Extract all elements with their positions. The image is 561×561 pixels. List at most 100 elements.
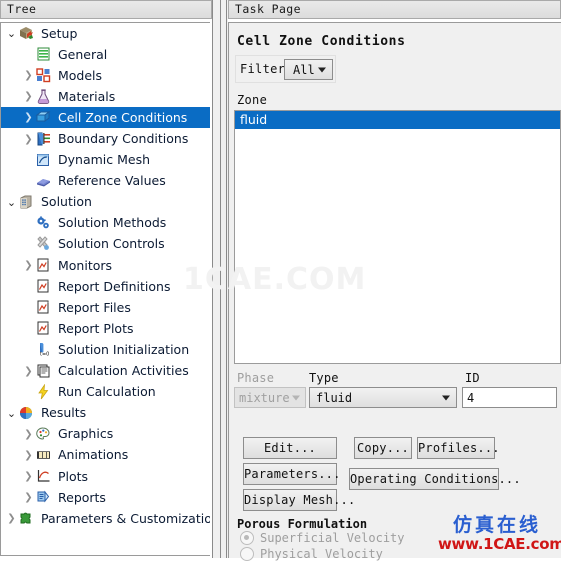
tree-item-solution[interactable]: ⌄ Solution: [1, 192, 210, 213]
type-dropdown[interactable]: fluid: [309, 387, 457, 408]
report-chart-icon: [35, 320, 53, 337]
boundary-conditions-icon: [35, 131, 53, 148]
tree-item-label: Parameters & Customization: [41, 510, 210, 526]
chevron-right-icon[interactable]: ❯: [23, 429, 34, 440]
chevron-down-icon: [318, 67, 326, 72]
tree-item-reports[interactable]: ❯ Reports: [1, 487, 210, 508]
reports-icon: [35, 489, 53, 506]
tree-item-materials[interactable]: ❯ Materials: [1, 86, 210, 107]
dynamic-mesh-icon: [35, 152, 53, 169]
chevron-right-icon[interactable]: ❯: [23, 366, 34, 377]
parameters-button[interactable]: Parameters...: [243, 463, 340, 485]
tree-item-solution-controls[interactable]: Solution Controls: [1, 234, 210, 255]
chevron-right-icon[interactable]: ❯: [23, 134, 34, 145]
zone-listbox[interactable]: fluid: [234, 110, 561, 364]
task-page-header: Task Page: [228, 0, 561, 19]
tree-item-label: Run Calculation: [58, 384, 156, 400]
chevron-down-icon: [442, 395, 450, 400]
tree-item-graphics[interactable]: ❯ Graphics: [1, 424, 210, 445]
splitter-line-right: [226, 0, 227, 558]
fluent-window: Tree ⌄ Setup General ❯ Models ❯ Materials ❯ Cel…: [0, 0, 561, 561]
operating-conditions-button[interactable]: Operating Conditions...: [349, 468, 521, 490]
models-grid-icon: [35, 67, 53, 84]
copy-button[interactable]: Copy...: [354, 437, 412, 459]
tree-item-reference-values[interactable]: Reference Values: [1, 171, 210, 192]
chevron-right-icon[interactable]: ❯: [23, 260, 34, 271]
tree-item-label: Animations: [58, 447, 129, 463]
tree-item-report-plots[interactable]: Report Plots: [1, 318, 210, 339]
tree-item-label: Reference Values: [58, 173, 166, 189]
chevron-right-icon[interactable]: ❯: [23, 471, 34, 482]
tree-item-label: Report Plots: [58, 320, 134, 336]
tree-item-label: Solution Methods: [58, 215, 167, 231]
solution-building-icon: [18, 194, 36, 211]
radio-off-icon: [240, 547, 254, 561]
filter-group: Filter All: [235, 55, 336, 83]
tree-item-label: Solution: [41, 194, 92, 210]
radio-physical-velocity-label: Physical Velocity: [260, 547, 383, 561]
chevron-right-icon[interactable]: ❯: [23, 450, 34, 461]
tree-item-label: Solution Controls: [58, 236, 165, 252]
tree-item-label: General: [58, 46, 108, 62]
chevron-right-icon[interactable]: ❯: [6, 513, 17, 524]
chevron-right-icon[interactable]: ❯: [23, 70, 34, 81]
chevron-right-icon[interactable]: ❯: [23, 91, 34, 102]
tree-item-results[interactable]: ⌄ Results: [1, 403, 210, 424]
tree-item-label: Results: [41, 405, 87, 421]
task-page-panel: Task Page Cell Zone Conditions Filter Al…: [228, 0, 561, 561]
solution-initialization-icon: t=0: [35, 341, 53, 358]
zone-list-item[interactable]: fluid: [235, 111, 560, 129]
tree-item-label: Solution Initialization: [58, 341, 190, 357]
tree-item-parameters-customization[interactable]: ❯ Parameters & Customization: [1, 508, 210, 529]
filter-label: Filter: [240, 62, 286, 76]
display-mesh-button[interactable]: Display Mesh...: [243, 489, 355, 511]
tree-item-solution-initialization[interactable]: t=0 Solution Initialization: [1, 339, 210, 360]
general-list-icon: [35, 46, 53, 63]
tree-item-setup[interactable]: ⌄ Setup: [1, 23, 210, 44]
tree-item-report-files[interactable]: Report Files: [1, 297, 210, 318]
edit-button[interactable]: Edit...: [243, 437, 337, 459]
chevron-down-icon[interactable]: ⌄: [6, 196, 17, 209]
tree-item-report-definitions[interactable]: Report Definitions: [1, 276, 210, 297]
tree-item-solution-methods[interactable]: Solution Methods: [1, 213, 210, 234]
tree-item-cell-zone-conditions[interactable]: ❯ Cell Zone Conditions: [1, 107, 210, 129]
tree-item-monitors[interactable]: ❯ Monitors: [1, 255, 210, 276]
chevron-right-icon[interactable]: ❯: [23, 492, 34, 503]
profiles-button[interactable]: Profiles...: [417, 437, 499, 459]
page-title: Cell Zone Conditions: [237, 34, 406, 49]
tree-item-label: Reports: [58, 489, 106, 505]
tree-item-calculation-activities[interactable]: ❯ Calculation Activities: [1, 361, 210, 382]
run-calculation-lightning-icon: [35, 383, 53, 401]
phase-dropdown: mixture: [234, 387, 306, 408]
filter-dropdown[interactable]: All: [284, 59, 333, 80]
chevron-right-icon[interactable]: ❯: [23, 112, 34, 123]
tree-item-label: Setup: [41, 25, 78, 41]
tree-item-label: Monitors: [58, 257, 113, 273]
chevron-down-icon[interactable]: ⌄: [6, 407, 17, 420]
svg-text:t=0: t=0: [40, 352, 49, 358]
tree-item-boundary-conditions[interactable]: ❯ Boundary Conditions: [1, 128, 210, 149]
filter-dropdown-value: All: [293, 63, 315, 77]
tree-panel-header: Tree: [0, 0, 212, 19]
materials-flask-icon: [35, 88, 53, 105]
solution-controls-tools-icon: [35, 236, 53, 253]
tree-item-plots[interactable]: ❯ Plots: [1, 466, 210, 487]
id-input[interactable]: 4: [462, 387, 557, 408]
tree-item-run-calculation[interactable]: Run Calculation: [1, 382, 210, 403]
tree-item-animations[interactable]: ❯ Animations: [1, 445, 210, 466]
monitors-chart-icon: [35, 257, 53, 274]
panel-splitter[interactable]: [212, 0, 228, 558]
tree-item-dynamic-mesh[interactable]: Dynamic Mesh: [1, 150, 210, 171]
tree-item-models[interactable]: ❯ Models: [1, 65, 210, 86]
tree-item-label: Dynamic Mesh: [58, 152, 151, 168]
phase-label: Phase: [237, 371, 275, 385]
splitter-line-mid: [220, 0, 221, 558]
radio-superficial-velocity-label: Superficial Velocity: [260, 531, 405, 545]
chevron-down-icon[interactable]: ⌄: [6, 27, 17, 40]
tree-item-general[interactable]: General: [1, 44, 210, 65]
tree-item-label: Boundary Conditions: [58, 131, 189, 147]
tree-list[interactable]: ⌄ Setup General ❯ Models ❯ Materials ❯ Cell Zon…: [0, 22, 210, 556]
